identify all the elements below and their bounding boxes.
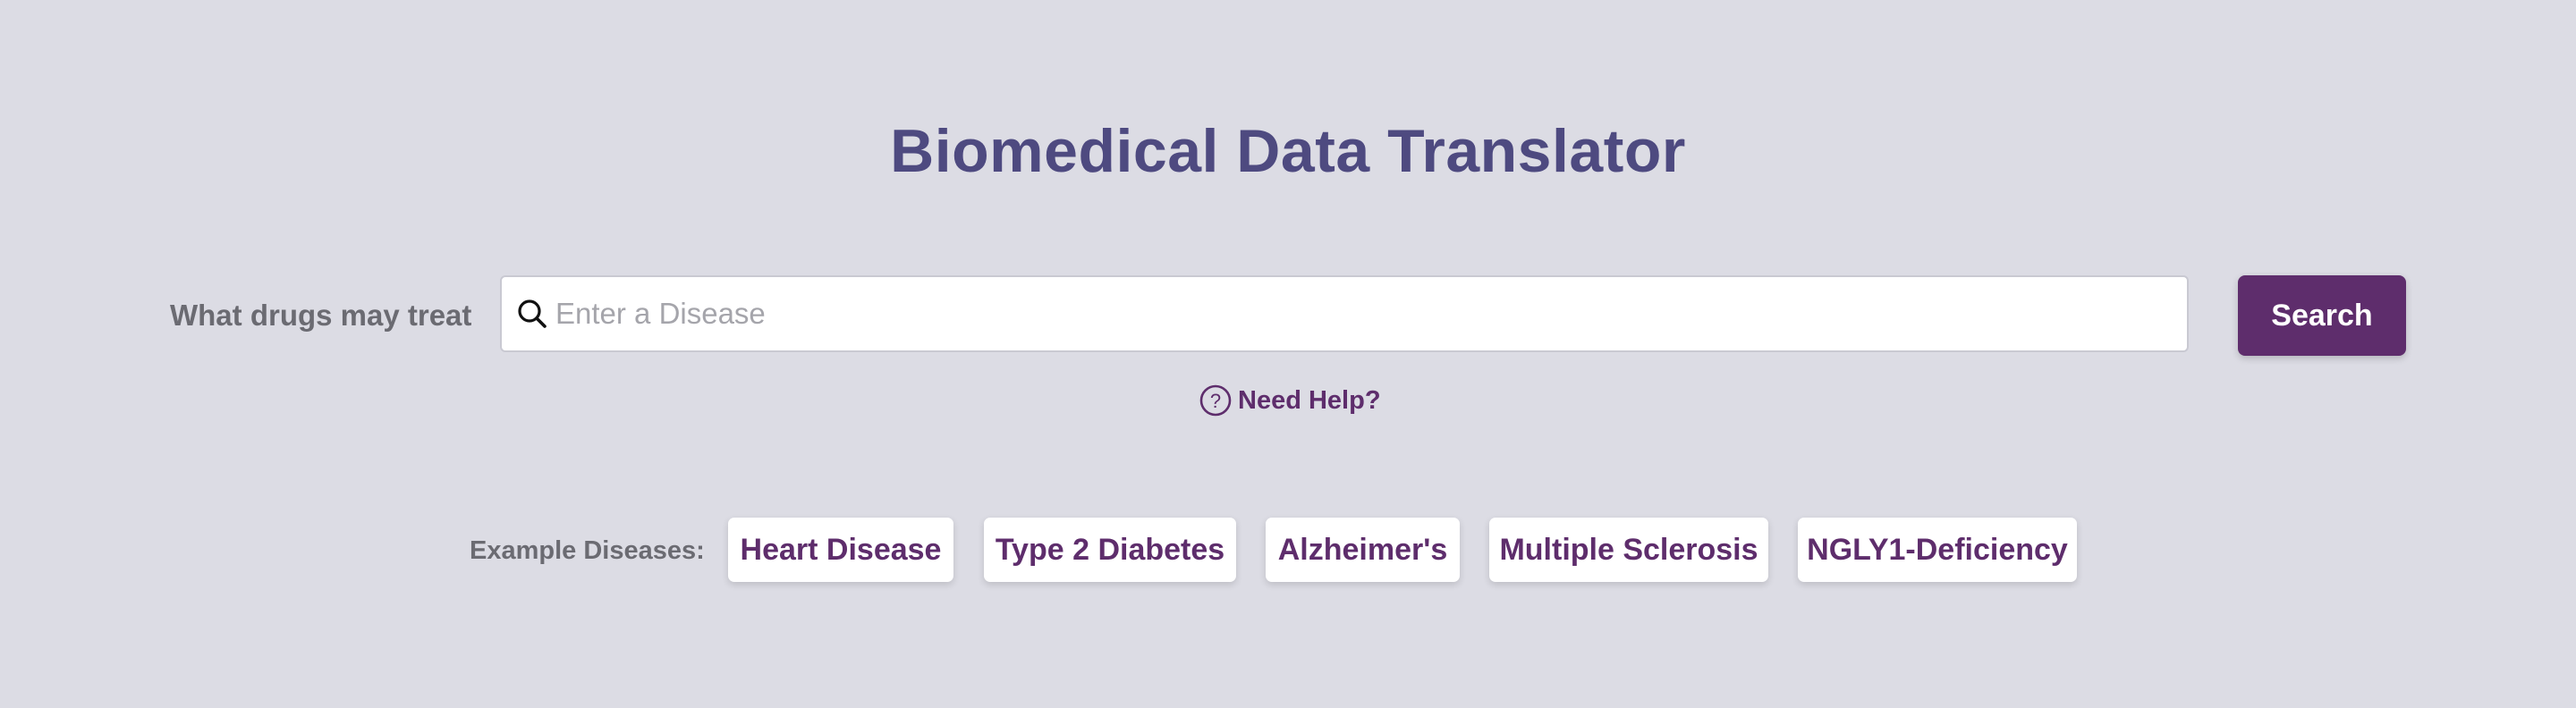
example-disease-button[interactable]: Alzheimer's [1266, 518, 1460, 582]
query-label: What drugs may treat [170, 299, 472, 332]
svg-text:?: ? [1210, 390, 1221, 412]
example-diseases-label: Example Diseases: [470, 536, 705, 565]
search-icon [518, 299, 547, 328]
need-help-link[interactable]: ? Need Help? [1199, 383, 1381, 418]
example-disease-button[interactable]: Multiple Sclerosis [1489, 518, 1768, 582]
example-disease-button[interactable]: Heart Disease [728, 518, 953, 582]
search-button[interactable]: Search [2238, 275, 2406, 356]
need-help-label: Need Help? [1238, 385, 1381, 415]
search-box[interactable] [500, 275, 2189, 352]
question-circle-icon: ? [1199, 384, 1232, 417]
disease-search-input[interactable] [555, 277, 2165, 350]
page-title: Biomedical Data Translator [890, 117, 1686, 185]
example-disease-button[interactable]: Type 2 Diabetes [984, 518, 1236, 582]
example-disease-button[interactable]: NGLY1-Deficiency [1798, 518, 2077, 582]
